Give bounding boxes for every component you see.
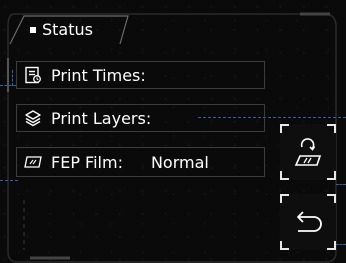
fep-film-icon xyxy=(22,151,44,173)
button-corner xyxy=(327,241,336,250)
back-button[interactable] xyxy=(280,194,336,250)
fep-reset-icon xyxy=(294,138,322,166)
button-corner xyxy=(327,171,336,180)
button-corner xyxy=(327,124,336,133)
print-times-row: Print Times: xyxy=(16,61,265,89)
connector-line xyxy=(0,85,16,86)
button-corner xyxy=(280,124,289,133)
connector-line xyxy=(12,70,13,86)
tab-bullet xyxy=(30,27,36,33)
layers-icon xyxy=(22,107,44,129)
print-layers-label: Print Layers: xyxy=(51,108,152,128)
button-corner xyxy=(327,194,336,203)
fep-film-value: Normal xyxy=(150,152,209,172)
print-times-label: Print Times: xyxy=(51,65,146,85)
fep-reset-button[interactable] xyxy=(280,124,336,180)
button-corner xyxy=(280,171,289,180)
connector-line xyxy=(0,180,18,181)
tab-status-label: Status xyxy=(42,20,93,39)
print-times-icon xyxy=(22,64,44,86)
print-layers-row: Print Layers: xyxy=(16,104,265,132)
button-corner xyxy=(280,241,289,250)
fep-film-label: FEP Film: xyxy=(51,152,123,172)
fep-film-row: FEP Film: Normal xyxy=(16,147,265,177)
connector-line xyxy=(336,184,346,185)
button-corner xyxy=(280,194,289,203)
connector-line xyxy=(336,244,346,245)
back-arrow-icon xyxy=(297,211,322,232)
status-panel: Status Print Times: Print Layers: FEP Fi… xyxy=(0,0,346,263)
